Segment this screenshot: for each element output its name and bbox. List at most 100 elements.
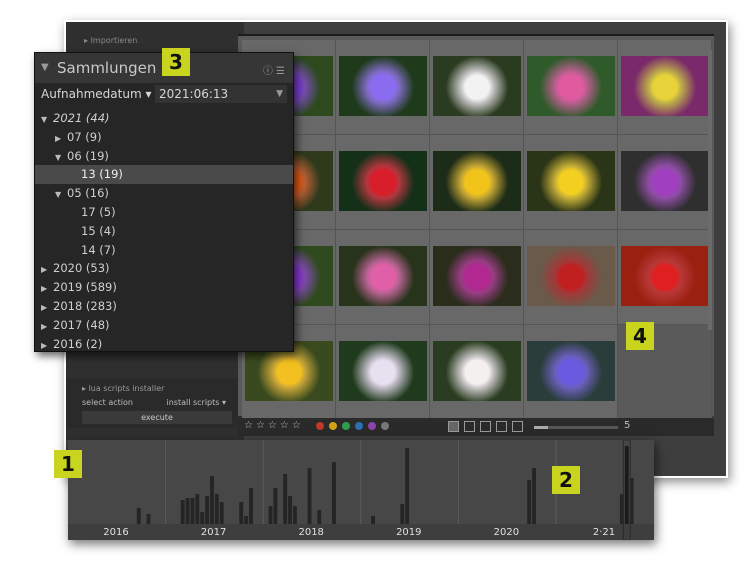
collection-tree-item[interactable]: 17 (5)	[35, 203, 293, 222]
vertical-scrollbar[interactable]	[708, 50, 712, 330]
filter-label: Aufnahmedatum	[41, 87, 142, 101]
callout-badge-3: 3	[162, 48, 190, 76]
flower-thumbnail[interactable]	[339, 56, 427, 116]
flower-thumbnail[interactable]	[621, 56, 709, 116]
lua-module-title[interactable]: ▸ lua scripts installer	[82, 384, 164, 393]
bottom-toolbar: ☆☆☆☆☆ 5	[238, 418, 714, 436]
thumbnail-cell[interactable]	[336, 40, 430, 135]
thumbnail-cell[interactable]	[524, 230, 618, 325]
flower-thumbnail[interactable]	[339, 246, 427, 306]
timeline-bar	[405, 448, 410, 524]
timeline-bar	[136, 508, 141, 524]
thumbnail-cell[interactable]	[524, 325, 618, 420]
timeline-bar	[180, 500, 185, 524]
import-label: Importieren	[90, 36, 138, 45]
collection-tree-item[interactable]: ▶ 2017 (48)	[35, 316, 293, 335]
color-label-dot-3[interactable]	[355, 422, 363, 430]
star-rating-filter[interactable]: ☆☆☆☆☆	[244, 420, 304, 431]
thumbnail-cell[interactable]	[430, 230, 524, 325]
tree-item-label: 2017 (48)	[53, 317, 110, 332]
thumbnails-per-row-value[interactable]: 5	[624, 420, 630, 431]
collection-tree-item[interactable]: ▼ 05 (16)	[35, 184, 293, 203]
flower-thumbnail[interactable]	[621, 151, 709, 211]
flower-thumbnail[interactable]	[527, 246, 615, 306]
timeline-year-label: 2016	[103, 527, 128, 538]
thumbnail-cell[interactable]	[618, 135, 712, 230]
flower-thumbnail[interactable]	[433, 246, 521, 306]
timeline-bar	[185, 498, 190, 524]
filemanager-layout-icon[interactable]	[448, 421, 459, 432]
collection-rule-input[interactable]: 2021:06:13 ▼	[155, 85, 287, 103]
collection-property-dropdown[interactable]: Aufnahmedatum ▾	[41, 87, 152, 101]
flower-thumbnail[interactable]	[527, 56, 615, 116]
collection-tree-item[interactable]: ▼ 06 (19)	[35, 147, 293, 166]
color-label-dot-1[interactable]	[329, 422, 337, 430]
collection-tree-item[interactable]: ▶ 2016 (2)	[35, 335, 293, 354]
collapsed-arrow-icon[interactable]: ▶	[55, 130, 67, 149]
install-scripts-dropdown[interactable]: install scripts ▾	[166, 398, 226, 407]
thumbnail-cell[interactable]	[336, 230, 430, 325]
timeline-bar	[332, 462, 336, 524]
collection-tree-item[interactable]: ▶ 2019 (589)	[35, 278, 293, 297]
expanded-arrow-icon[interactable]: ▼	[55, 149, 67, 168]
collapsed-arrow-icon[interactable]: ▶	[41, 299, 53, 318]
flower-thumbnail[interactable]	[621, 246, 709, 306]
flower-thumbnail[interactable]	[527, 151, 615, 211]
culling-dynamic-layout-icon[interactable]	[496, 421, 507, 432]
screenshot-stage: ▸ Importieren ▸ lua scripts installer se…	[0, 0, 756, 578]
flower-thumbnail[interactable]	[433, 56, 521, 116]
flower-thumbnail[interactable]	[339, 151, 427, 211]
collection-rule-value: 2021:06:13	[159, 87, 229, 101]
collection-tree-item[interactable]: 14 (7)	[35, 241, 293, 260]
collection-tree-item[interactable]: 13 (19)	[35, 165, 293, 185]
zoomable-layout-icon[interactable]	[464, 421, 475, 432]
collection-tree-item[interactable]: ▼ 2021 (44)	[35, 109, 293, 128]
collapse-arrow-icon[interactable]: ▼	[41, 62, 49, 73]
thumbnail-cell[interactable]	[618, 230, 712, 325]
tree-item-label: 17 (5)	[81, 204, 116, 219]
timeline-bar	[400, 504, 405, 524]
chevron-down-icon[interactable]: ▼	[276, 85, 283, 103]
color-label-dot-5[interactable]	[381, 422, 389, 430]
tree-item-label: 2019 (589)	[53, 280, 117, 295]
thumbnail-cell[interactable]	[430, 40, 524, 135]
thumbnail-cell[interactable]	[336, 135, 430, 230]
flower-thumbnail[interactable]	[339, 341, 427, 401]
collection-tree-item[interactable]: ▶ 07 (9)	[35, 128, 293, 147]
flower-thumbnail[interactable]	[433, 151, 521, 211]
timeline-year-label: 2020	[494, 527, 519, 538]
import-module-header[interactable]: ▸ Importieren	[84, 36, 137, 45]
tree-item-label: 07 (9)	[67, 129, 102, 144]
flower-thumbnail[interactable]	[433, 341, 521, 401]
timeline-bar	[527, 480, 532, 524]
timeline-year-label: 2018	[298, 527, 323, 538]
execute-button[interactable]: execute	[82, 411, 232, 424]
thumbnail-cell[interactable]	[430, 325, 524, 420]
thumbnail-cell[interactable]	[524, 135, 618, 230]
timeline-bar	[239, 502, 244, 524]
collection-tree-item[interactable]: ▶ 2020 (53)	[35, 259, 293, 278]
collection-tree-item[interactable]: ▶ 2018 (283)	[35, 297, 293, 316]
expanded-arrow-icon[interactable]: ▼	[55, 186, 67, 205]
color-label-dot-2[interactable]	[342, 422, 350, 430]
thumbnail-cell[interactable]	[524, 40, 618, 135]
tree-item-label: 06 (19)	[67, 148, 109, 163]
collapsed-arrow-icon[interactable]: ▶	[41, 337, 53, 356]
thumbnail-cell[interactable]	[618, 40, 712, 135]
timeline-year-label: 2·21	[593, 527, 615, 538]
collection-tree-item[interactable]: 15 (4)	[35, 222, 293, 241]
timeline-bar	[273, 488, 278, 524]
expanded-arrow-icon[interactable]: ▼	[41, 111, 53, 130]
thumbnail-zoom-slider[interactable]	[534, 426, 618, 429]
culling-layout-icon[interactable]	[480, 421, 491, 432]
collections-panel: ▼ Sammlungen ⓘ ☰ Aufnahmedatum ▾ 2021:06…	[34, 52, 294, 352]
preview-layout-icon[interactable]	[512, 421, 523, 432]
collapsed-arrow-icon[interactable]: ▶	[41, 318, 53, 337]
color-label-dot-4[interactable]	[368, 422, 376, 430]
flower-thumbnail[interactable]	[527, 341, 615, 401]
thumbnail-cell[interactable]	[336, 325, 430, 420]
module-header-icons[interactable]: ⓘ ☰	[263, 62, 285, 77]
timeline-bar	[268, 506, 273, 524]
color-label-dot-0[interactable]	[316, 422, 324, 430]
thumbnail-cell[interactable]	[430, 135, 524, 230]
